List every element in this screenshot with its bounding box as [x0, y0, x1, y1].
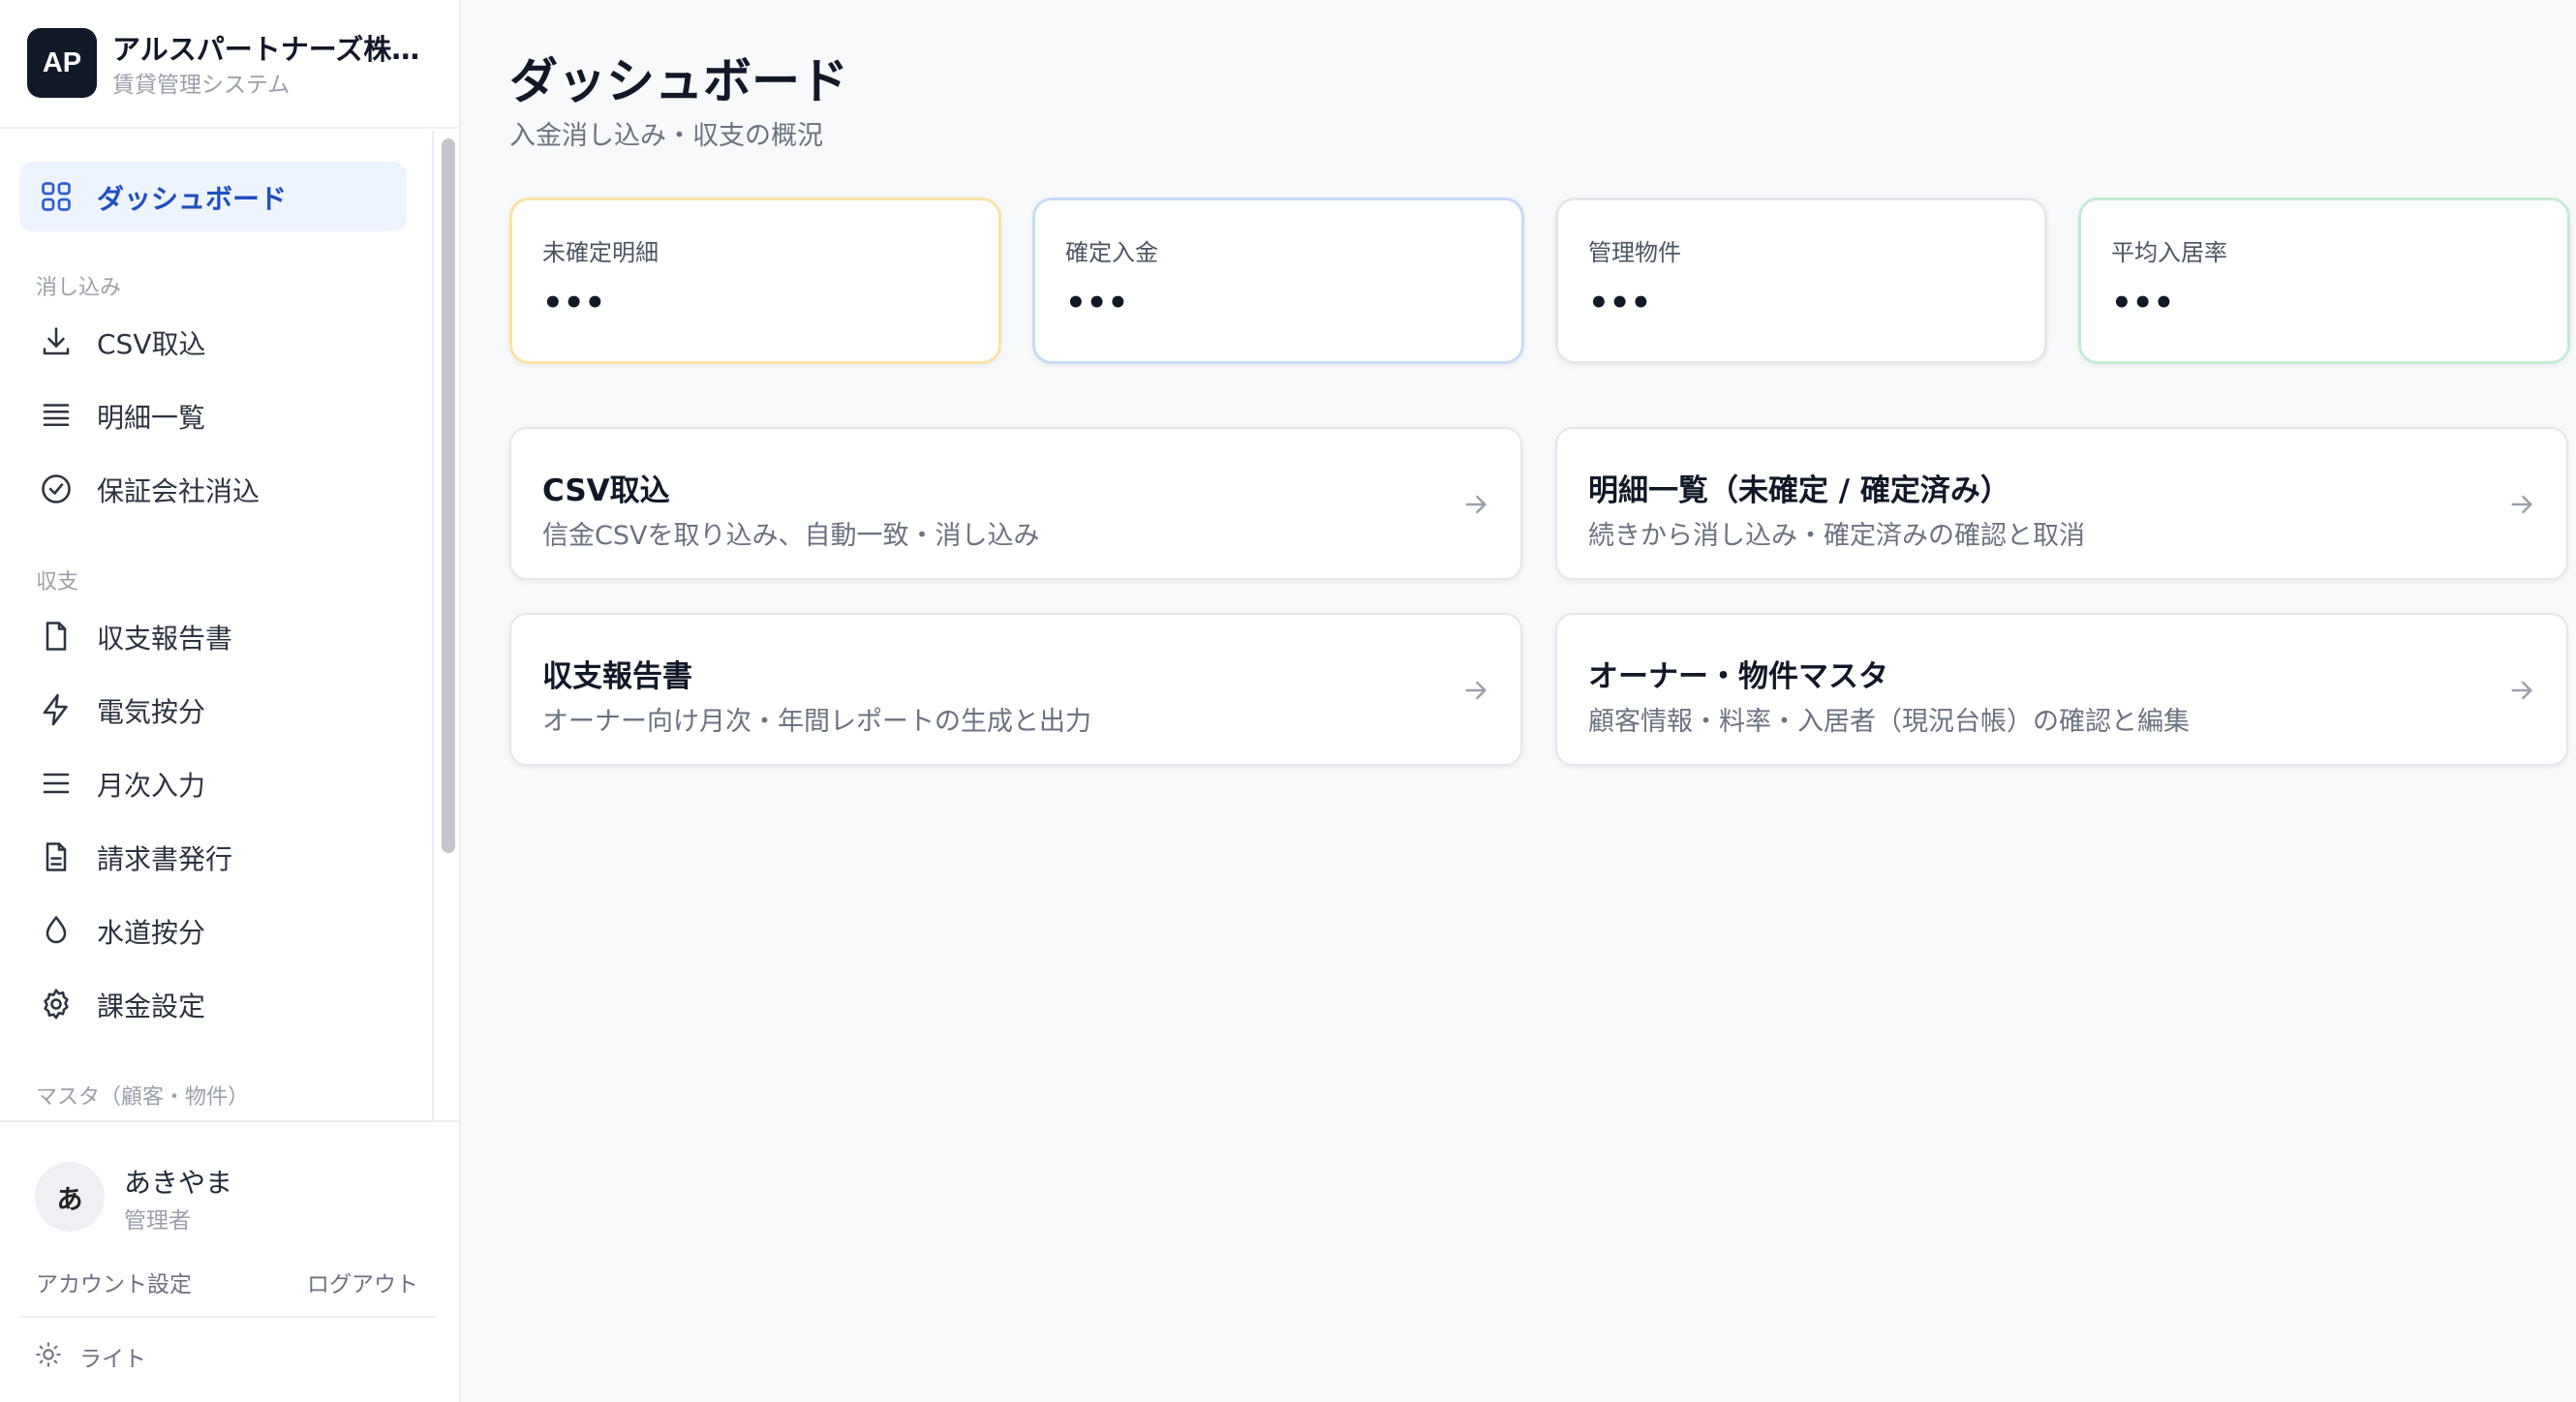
sidebar-item-label: 明細一覧 [97, 402, 206, 434]
stat-label: 未確定明細 [542, 239, 659, 266]
stat-card-managed-properties: 管理物件 ••• [1555, 198, 2047, 364]
stat-label: 確定入金 [1065, 239, 1158, 266]
page-title: ダッシュボード [509, 53, 848, 109]
card-title: 収支報告書 [542, 659, 692, 694]
arrow-right-icon [2506, 489, 2537, 520]
sidebar-item-label: ダッシュボード [97, 183, 288, 215]
sidebar-item-label: 電気按分 [97, 696, 206, 728]
brand-logo: AP [27, 28, 97, 98]
sidebar-item-label: 水道按分 [97, 917, 206, 949]
list-icon [39, 398, 74, 433]
brand-subtitle: 賃貸管理システム [112, 73, 291, 98]
arrow-right-icon [2506, 675, 2537, 706]
arrow-right-icon [1460, 489, 1491, 520]
card-income-report[interactable]: 収支報告書 オーナー向け月次・年間レポートの生成と出力 [509, 613, 1522, 766]
card-description: オーナー向け月次・年間レポートの生成と出力 [542, 707, 1091, 737]
user-name: あきやま [124, 1167, 233, 1199]
download-icon [39, 324, 74, 359]
section-finance: 収支 [36, 570, 79, 594]
sidebar-item-invoice[interactable]: 請求書発行 [19, 822, 407, 892]
stat-card-occupancy-rate: 平均入居率 ••• [2078, 198, 2570, 364]
lightning-icon [39, 692, 74, 727]
stat-label: 平均入居率 [2111, 239, 2227, 266]
card-title: オーナー・物件マスタ [1588, 659, 1888, 694]
brand-name: アルスパートナーズ株... [112, 33, 422, 66]
stat-card-confirmed-payments: 確定入金 ••• [1032, 198, 1524, 364]
stat-value: ••• [1588, 284, 1652, 322]
menu-icon [39, 766, 74, 801]
card-description: 信金CSVを取り込み、自動一致・消し込み [542, 521, 1040, 551]
file-text-icon [39, 839, 74, 874]
main-content: ダッシュボード 入金消し込み・収支の概況 未確定明細 ••• 確定入金 ••• … [461, 0, 2576, 1402]
sidebar-item-label: 請求書発行 [97, 843, 233, 875]
card-title: CSV取込 [542, 473, 670, 508]
arrow-right-icon [1460, 675, 1491, 706]
card-title: 明細一覧（未確定 / 確定済み） [1588, 473, 2010, 508]
sidebar-scrollbar-thumb[interactable] [442, 138, 455, 853]
stat-value: ••• [542, 284, 606, 322]
user-panel: あ あきやま 管理者 アカウント設定 ログアウト ライト [0, 1120, 459, 1402]
grid-icon [39, 179, 74, 214]
stat-card-unconfirmed: 未確定明細 ••• [509, 198, 1001, 364]
sidebar-item-dashboard[interactable]: ダッシュボード [19, 162, 407, 231]
gear-icon [39, 987, 74, 1021]
droplet-icon [39, 913, 74, 948]
avatar[interactable]: あ [35, 1162, 105, 1232]
sidebar-item-csv-import[interactable]: CSV取込 [19, 307, 407, 377]
theme-toggle[interactable]: ライト [35, 1337, 146, 1376]
section-master: マスタ（顧客・物件） [36, 1085, 250, 1110]
stat-value: ••• [2111, 284, 2175, 322]
sidebar-nav: ダッシュボード 消し込み CSV取込 明細一覧 保証会社消込 収支 収支報告書 … [0, 131, 432, 1120]
sidebar-item-electric-allocation[interactable]: 電気按分 [19, 675, 407, 745]
sidebar-item-water-allocation[interactable]: 水道按分 [19, 896, 407, 965]
card-csv-import[interactable]: CSV取込 信金CSVを取り込み、自動一致・消し込み [509, 427, 1522, 580]
user-role: 管理者 [124, 1208, 191, 1234]
sidebar-scrollbar[interactable] [432, 131, 461, 1120]
sidebar-item-label: CSV取込 [97, 328, 206, 360]
logout-link[interactable]: ログアウト [307, 1265, 418, 1298]
sidebar-item-guarantor-reconcile[interactable]: 保証会社消込 [19, 454, 407, 524]
card-statement-list[interactable]: 明細一覧（未確定 / 確定済み） 続きから消し込み・確定済みの確認と取消 [1555, 427, 2568, 580]
sidebar-item-label: 収支報告書 [97, 623, 233, 655]
sidebar-item-label: 月次入力 [97, 770, 206, 802]
sidebar: AP アルスパートナーズ株... 賃貸管理システム ダッシュボード 消し込み C… [0, 0, 461, 1402]
sidebar-item-billing-settings[interactable]: 課金設定 [19, 969, 407, 1039]
account-settings-link[interactable]: アカウント設定 [36, 1265, 192, 1298]
stat-value: ••• [1065, 284, 1129, 322]
page-subtitle: 入金消し込み・収支の概況 [509, 121, 823, 151]
section-reconcile: 消し込み [36, 276, 122, 300]
sun-icon [35, 1341, 62, 1372]
sidebar-item-label: 保証会社消込 [97, 475, 261, 507]
card-owner-property-master[interactable]: オーナー・物件マスタ 顧客情報・料率・入居者（現況台帳）の確認と編集 [1555, 613, 2568, 766]
file-icon [39, 619, 74, 654]
stat-label: 管理物件 [1588, 239, 1681, 266]
brand-header[interactable]: AP アルスパートナーズ株... 賃貸管理システム [0, 0, 459, 129]
sidebar-item-label: 課金設定 [97, 991, 206, 1022]
card-description: 続きから消し込み・確定済みの確認と取消 [1588, 521, 2085, 551]
sidebar-item-monthly-input[interactable]: 月次入力 [19, 748, 407, 818]
sidebar-item-income-report[interactable]: 収支報告書 [19, 601, 407, 671]
theme-label: ライト [79, 1347, 146, 1372]
divider [19, 1316, 436, 1318]
check-circle-icon [39, 472, 74, 506]
sidebar-item-statements[interactable]: 明細一覧 [19, 381, 407, 450]
card-description: 顧客情報・料率・入居者（現況台帳）の確認と編集 [1588, 707, 2190, 737]
